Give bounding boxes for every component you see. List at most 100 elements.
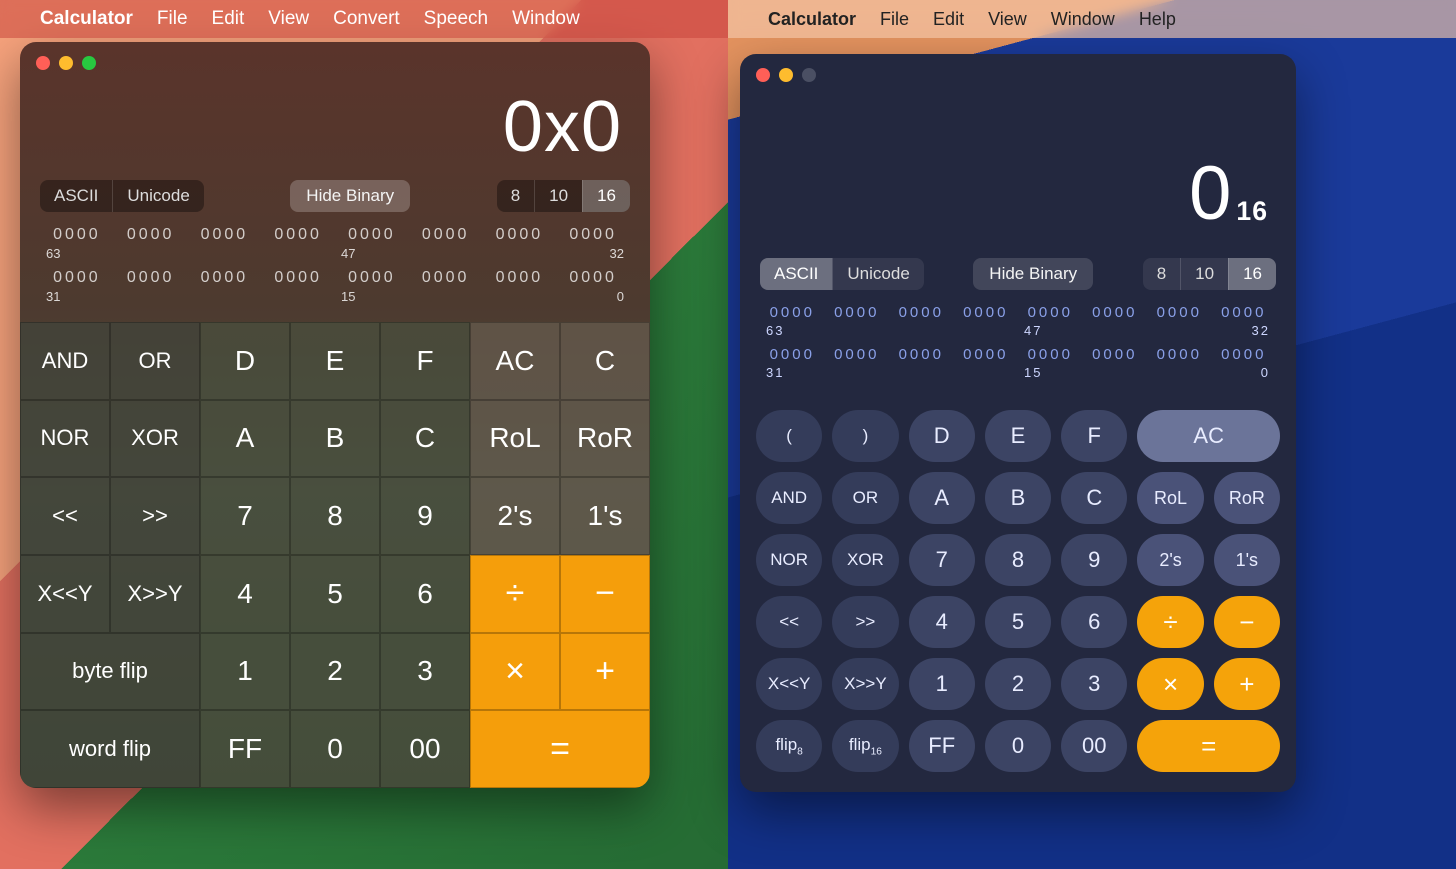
key-a[interactable]: A	[200, 400, 290, 478]
key-add[interactable]: +	[560, 633, 650, 711]
key-ones[interactable]: 1's	[1214, 534, 1280, 586]
key-byte-flip[interactable]: byte flip	[20, 633, 200, 711]
key-c-hex[interactable]: C	[380, 400, 470, 478]
key-ac[interactable]: AC	[470, 322, 560, 400]
key-ror[interactable]: RoR	[560, 400, 650, 478]
key-xlshifty[interactable]: X<<Y	[756, 658, 822, 710]
key-d[interactable]: D	[200, 322, 290, 400]
key-nor[interactable]: NOR	[20, 400, 110, 478]
key-lshift[interactable]: <<	[756, 596, 822, 648]
key-xrshifty[interactable]: X>>Y	[832, 658, 898, 710]
key-8[interactable]: 8	[985, 534, 1051, 586]
minimize-icon[interactable]	[779, 68, 793, 82]
menu-file[interactable]: File	[880, 9, 909, 30]
base-10[interactable]: 10	[1180, 258, 1228, 290]
menu-window[interactable]: Window	[512, 8, 580, 30]
close-icon[interactable]	[36, 56, 50, 70]
encoding-ascii[interactable]: ASCII	[40, 180, 112, 212]
key-e[interactable]: E	[290, 322, 380, 400]
key-divide[interactable]: ÷	[470, 555, 560, 633]
key-subtract[interactable]: −	[1214, 596, 1280, 648]
key-nor[interactable]: NOR	[756, 534, 822, 586]
key-d[interactable]: D	[909, 410, 975, 462]
key-a[interactable]: A	[909, 472, 975, 524]
key-rshift[interactable]: >>	[832, 596, 898, 648]
key-8[interactable]: 8	[290, 477, 380, 555]
key-divide[interactable]: ÷	[1137, 596, 1203, 648]
key-ff[interactable]: FF	[200, 710, 290, 788]
key-9[interactable]: 9	[1061, 534, 1127, 586]
key-add[interactable]: +	[1214, 658, 1280, 710]
base-16[interactable]: 16	[582, 180, 630, 212]
hide-binary-button[interactable]: Hide Binary	[973, 258, 1093, 290]
key-multiply[interactable]: ×	[470, 633, 560, 711]
key-1[interactable]: 1	[200, 633, 290, 711]
key-flip16[interactable]: flip16	[832, 720, 898, 772]
key-or[interactable]: OR	[110, 322, 200, 400]
key-word-flip[interactable]: word flip	[20, 710, 200, 788]
menu-speech[interactable]: Speech	[424, 8, 488, 30]
menu-edit[interactable]: Edit	[212, 8, 245, 30]
menu-window[interactable]: Window	[1051, 9, 1115, 30]
key-7[interactable]: 7	[200, 477, 290, 555]
menu-file[interactable]: File	[157, 8, 188, 30]
menu-help[interactable]: Help	[1139, 9, 1176, 30]
key-lshift[interactable]: <<	[20, 477, 110, 555]
key-ror[interactable]: RoR	[1214, 472, 1280, 524]
key-rshift[interactable]: >>	[110, 477, 200, 555]
key-2[interactable]: 2	[985, 658, 1051, 710]
key-twos[interactable]: 2's	[1137, 534, 1203, 586]
key-xor[interactable]: XOR	[832, 534, 898, 586]
key-f[interactable]: F	[1061, 410, 1127, 462]
key-b[interactable]: B	[985, 472, 1051, 524]
key-b[interactable]: B	[290, 400, 380, 478]
menu-view[interactable]: View	[988, 9, 1027, 30]
binary-display[interactable]: 00000000000000000000000000000000 63 4732…	[20, 222, 650, 322]
base-8[interactable]: 8	[497, 180, 534, 212]
key-00[interactable]: 00	[380, 710, 470, 788]
key-6[interactable]: 6	[1061, 596, 1127, 648]
base-16[interactable]: 16	[1228, 258, 1276, 290]
key-rol[interactable]: RoL	[470, 400, 560, 478]
key-ff[interactable]: FF	[909, 720, 975, 772]
encoding-ascii[interactable]: ASCII	[760, 258, 832, 290]
key-0[interactable]: 0	[985, 720, 1051, 772]
key-4[interactable]: 4	[200, 555, 290, 633]
key-5[interactable]: 5	[290, 555, 380, 633]
menu-convert[interactable]: Convert	[333, 8, 400, 30]
fullscreen-icon[interactable]	[802, 68, 816, 82]
key-e[interactable]: E	[985, 410, 1051, 462]
key-3[interactable]: 3	[380, 633, 470, 711]
minimize-icon[interactable]	[59, 56, 73, 70]
app-name[interactable]: Calculator	[40, 8, 133, 30]
key-0[interactable]: 0	[290, 710, 380, 788]
menu-view[interactable]: View	[268, 8, 309, 30]
key-2[interactable]: 2	[290, 633, 380, 711]
key-6[interactable]: 6	[380, 555, 470, 633]
key-equals[interactable]: =	[470, 710, 650, 788]
binary-display[interactable]: 00000000000000000000000000000000 63 4732…	[740, 300, 1296, 398]
key-subtract[interactable]: −	[560, 555, 650, 633]
app-name[interactable]: Calculator	[768, 9, 856, 30]
key-equals[interactable]: =	[1137, 720, 1280, 772]
key-3[interactable]: 3	[1061, 658, 1127, 710]
key-xlshifty[interactable]: X<<Y	[20, 555, 110, 633]
key-or[interactable]: OR	[832, 472, 898, 524]
key-ac[interactable]: AC	[1137, 410, 1280, 462]
menu-edit[interactable]: Edit	[933, 9, 964, 30]
key-multiply[interactable]: ×	[1137, 658, 1203, 710]
key-9[interactable]: 9	[380, 477, 470, 555]
key-xrshifty[interactable]: X>>Y	[110, 555, 200, 633]
fullscreen-icon[interactable]	[82, 56, 96, 70]
key-00[interactable]: 00	[1061, 720, 1127, 772]
key-f[interactable]: F	[380, 322, 470, 400]
key-xor[interactable]: XOR	[110, 400, 200, 478]
hide-binary-button[interactable]: Hide Binary	[290, 180, 410, 212]
key-1[interactable]: 1	[909, 658, 975, 710]
close-icon[interactable]	[756, 68, 770, 82]
key-c[interactable]: C	[560, 322, 650, 400]
key-paren-open[interactable]: (	[756, 410, 822, 462]
key-and[interactable]: AND	[20, 322, 110, 400]
key-paren-close[interactable]: )	[832, 410, 898, 462]
key-flip8[interactable]: flip8	[756, 720, 822, 772]
